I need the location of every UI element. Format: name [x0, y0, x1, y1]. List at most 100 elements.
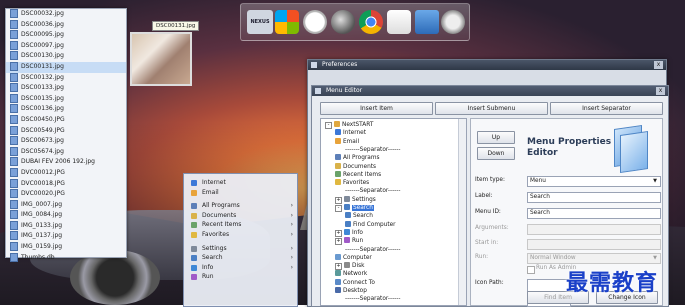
tree-node[interactable]: Recent Items	[335, 170, 381, 179]
start-menu-item-label: Internet	[202, 179, 226, 186]
file-list-item[interactable]: DSC00095.jpg	[6, 30, 126, 41]
start-menu-item[interactable]: Email	[184, 188, 297, 198]
start-menu-item[interactable]: Settings ›	[184, 244, 297, 254]
clock-icon[interactable]	[303, 10, 327, 34]
menu-editor-titlebar[interactable]: Menu Editor x	[312, 86, 668, 96]
arguments-input[interactable]	[527, 224, 661, 235]
file-list-item[interactable]: IMG_0137.jpg	[6, 231, 126, 242]
tree-node[interactable]: - NextSTART	[325, 121, 373, 129]
tree-node[interactable]: Favorites	[335, 179, 369, 187]
start-menu-item[interactable]: Search ›	[184, 253, 297, 263]
insert-item-button[interactable]: Insert Item	[320, 102, 433, 115]
file-list-item[interactable]: IMG_0007.jpg	[6, 199, 126, 211]
mail-icon[interactable]	[387, 10, 411, 34]
file-name: DSC00132.jpg	[21, 73, 64, 81]
start-menu-item-label: Documents	[202, 211, 237, 219]
file-list-item[interactable]: DSC00549.JPG	[6, 125, 126, 137]
file-list-item[interactable]: Thumbs.db	[6, 252, 126, 264]
collapse-icon[interactable]: -	[325, 122, 332, 129]
tree-node[interactable]: + Info	[335, 228, 363, 237]
start-menu-item[interactable]: Internet	[184, 178, 297, 188]
file-list-item[interactable]: DVC00012.JPG	[6, 167, 126, 179]
close-icon[interactable]: x	[656, 87, 665, 95]
file-list-item[interactable]: DVC00018.JPG	[6, 178, 126, 190]
file-list-item[interactable]: DSC00036.jpg	[6, 19, 126, 31]
collapse-icon[interactable]: -	[335, 205, 342, 212]
tree-node[interactable]: Internet	[335, 129, 366, 137]
tree-node-icon	[335, 287, 341, 293]
insert-separator-button[interactable]: Insert Separator	[550, 102, 663, 115]
file-list-item[interactable]: DSC00131.jpg	[6, 61, 126, 73]
start-menu-item[interactable]: Recent Items ›	[184, 220, 297, 230]
start-menu-item-label: Run	[202, 273, 214, 281]
tree-node[interactable]: Find Computer	[345, 220, 396, 229]
file-list-item[interactable]: DUBAI FEV 2006 192.jpg	[6, 157, 126, 168]
file-list-item[interactable]: DSC00135.jpg	[6, 93, 126, 105]
system-icon[interactable]	[441, 10, 465, 34]
preferences-titlebar[interactable]: Preferences x	[308, 60, 666, 70]
expand-icon[interactable]: +	[335, 263, 342, 271]
tree-node[interactable]: All Programs	[335, 154, 380, 162]
tree-node[interactable]: + Settings	[335, 195, 376, 204]
item-type-select[interactable]: Menu ▼	[527, 176, 661, 187]
photos-icon[interactable]	[415, 10, 439, 34]
tree-node[interactable]: + Disk	[335, 262, 364, 271]
file-name: DSC00549.JPG	[21, 126, 65, 134]
tree-node[interactable]: Search	[345, 212, 373, 220]
tree-node[interactable]: Connect To	[335, 278, 375, 287]
tree-node[interactable]: Network	[335, 270, 367, 278]
start-in-input[interactable]	[527, 239, 661, 250]
tree-node[interactable]: Email	[335, 137, 359, 146]
tree-node[interactable]: Documents	[335, 162, 376, 171]
file-list-item[interactable]: DSC00130.jpg	[6, 51, 126, 62]
file-list-item[interactable]: DSC00132.jpg	[6, 72, 126, 84]
run-as-admin-checkbox[interactable]	[527, 266, 535, 274]
file-list-item[interactable]: DSC00133.jpg	[6, 83, 126, 94]
chrome-icon[interactable]	[359, 10, 383, 34]
tree-node[interactable]: -------Separator------	[345, 187, 400, 195]
tree-node[interactable]: Computer	[335, 253, 372, 262]
start-menu-item[interactable]: Info ›	[184, 263, 297, 273]
tree-node[interactable]: -------Separator------	[345, 246, 400, 254]
tree-node-label: -------Separator------	[345, 246, 401, 253]
file-list-item[interactable]: DSC00450.JPG	[6, 114, 126, 126]
start-menu-item[interactable]: Favorites ›	[184, 230, 297, 240]
file-name: DSC05674.jpg	[21, 147, 64, 155]
tree-node[interactable]: - Search	[335, 204, 374, 212]
file-list-item[interactable]: DSC00136.jpg	[6, 104, 126, 115]
start-menu-item[interactable]: Documents ›	[184, 211, 297, 221]
nexus-logo-icon[interactable]: NEXUS	[247, 10, 273, 34]
run-select[interactable]: Normal Window ▼	[527, 253, 661, 264]
expand-icon[interactable]: +	[335, 229, 342, 237]
menu-id-input[interactable]: Search	[527, 208, 661, 219]
file-list-item[interactable]: DSC05674.jpg	[6, 146, 126, 158]
tree-node[interactable]: + Run	[335, 237, 363, 246]
tree-node-label: Favorites	[343, 180, 370, 187]
file-list-item[interactable]: IMG_0159.jpg	[6, 242, 126, 253]
tree-scrollbar[interactable]	[458, 119, 466, 305]
close-icon[interactable]: x	[654, 61, 663, 69]
globe-icon[interactable]	[331, 10, 355, 34]
insert-submenu-button[interactable]: Insert Submenu	[435, 102, 548, 115]
expand-icon[interactable]: +	[335, 196, 342, 204]
file-list-item[interactable]: DSC00032.jpg	[6, 9, 126, 20]
start-menu-item[interactable]: All Programs ›	[184, 201, 297, 211]
up-button[interactable]: Up	[477, 131, 515, 144]
tree-node[interactable]: -------Separator------	[345, 146, 400, 154]
file-list-item[interactable]: DVC00020.JPG	[6, 189, 126, 200]
file-list-item[interactable]: DSC00097.jpg	[6, 40, 126, 52]
file-list-item[interactable]: DSC00673.jpg	[6, 136, 126, 147]
label-input[interactable]: Search	[527, 192, 661, 203]
tree-node[interactable]: Desktop	[335, 287, 367, 295]
expand-icon[interactable]: +	[335, 238, 342, 246]
chevron-right-icon: ›	[290, 230, 293, 238]
file-list-item[interactable]: IMG_0133.jpg	[6, 220, 126, 232]
down-button[interactable]: Down	[477, 147, 515, 160]
tree-node[interactable]: -------Separator------	[345, 295, 400, 303]
windows-logo-icon[interactable]	[275, 10, 299, 34]
chevron-right-icon: ›	[290, 211, 293, 219]
file-list-item[interactable]: IMG_0084.jpg	[6, 210, 126, 221]
start-menu-item[interactable]: Run	[184, 272, 297, 282]
tree-node-icon	[335, 253, 341, 260]
file-name: DSC00097.jpg	[21, 41, 64, 49]
